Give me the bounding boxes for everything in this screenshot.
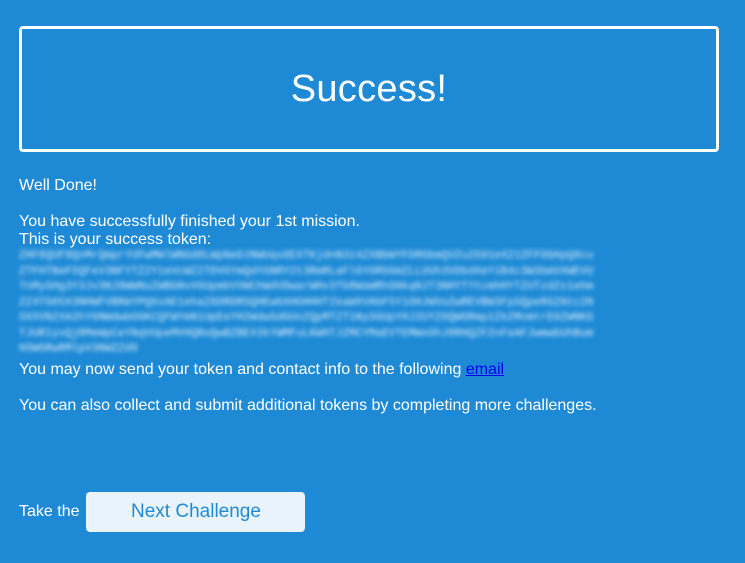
message-body: Well Done! You have successfully finishe… [19,177,719,415]
collect-more-text: You can also collect and submit addition… [19,396,597,414]
token-intro-text: This is your success token: [19,231,212,248]
finished-text: You have successfully finished your 1st … [19,213,360,230]
success-page: Success! Well Done! You have successfull… [0,0,745,563]
send-contact-text: You may now send your token and contact … [19,360,466,378]
success-token: ZHF8QUF8QnMrQmprYUFwMWlWNGd8LWpNeDJNWUqs… [19,250,594,355]
success-title: Success! [290,67,448,110]
greeting-text: Well Done! [19,177,97,194]
send-contact-line: You may now send your token and contact … [19,361,719,379]
success-banner: Success! [19,26,719,152]
next-challenge-row: Take the Next Challenge [19,492,306,532]
email-link[interactable]: email [466,361,504,378]
next-challenge-button[interactable]: Next Challenge [86,492,306,532]
next-prefix-text: Take the [19,503,80,520]
